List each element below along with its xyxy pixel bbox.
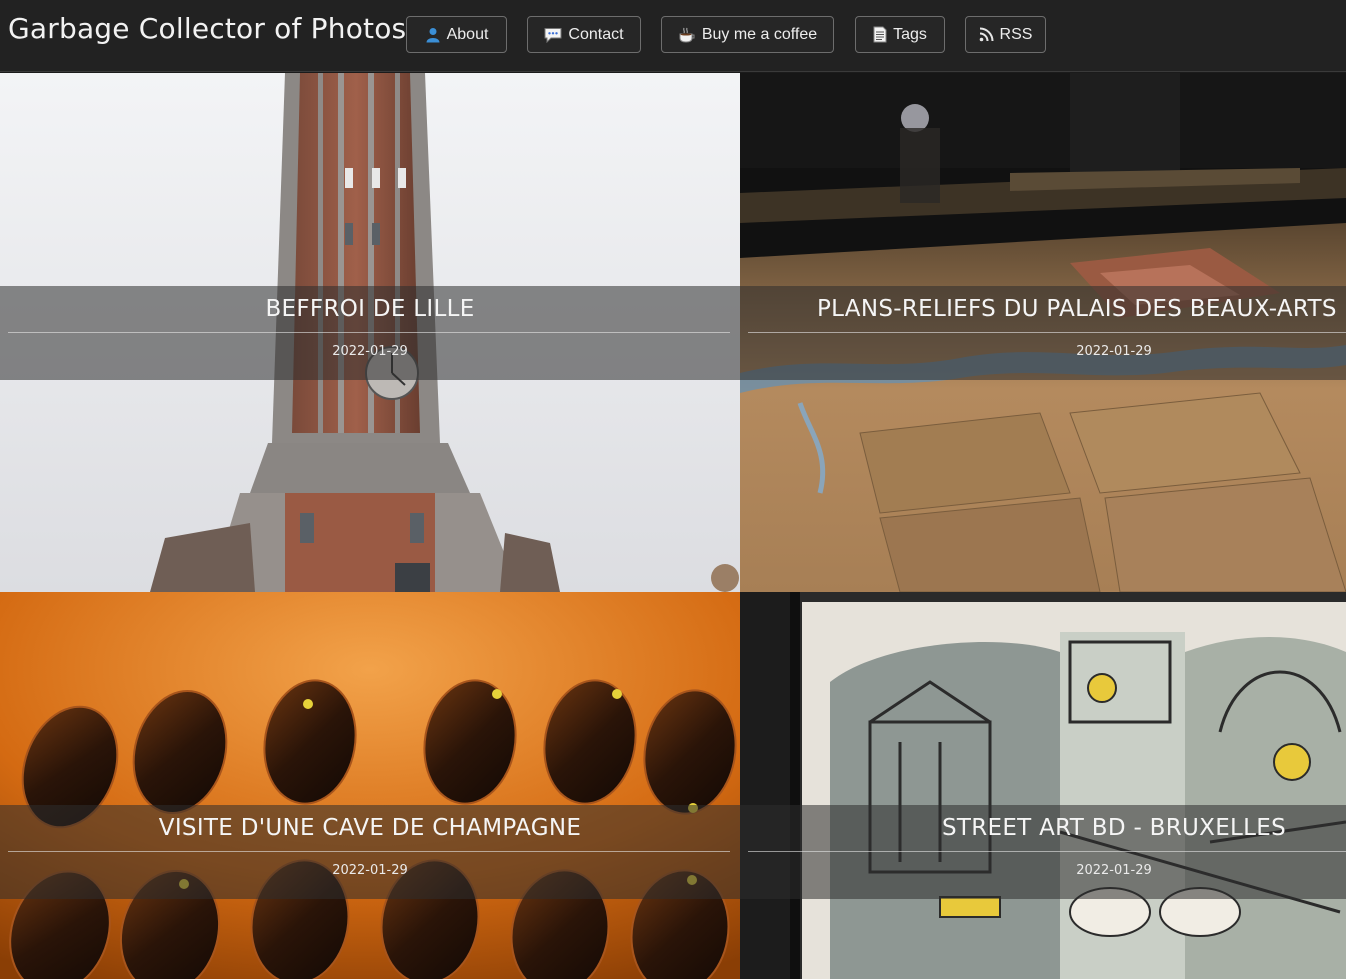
about-label: About xyxy=(446,25,489,43)
site-title[interactable]: Garbage Collector of Photos xyxy=(8,12,406,45)
post-caption: STREET ART BD - BRUXELLES 2022-01-29 xyxy=(740,805,1346,899)
buy-me-a-coffee-label: Buy me a coffee xyxy=(701,25,818,43)
champagne-bottles-photo xyxy=(0,592,740,979)
tags-label: Tags xyxy=(893,25,927,43)
person-icon xyxy=(425,27,441,43)
post-caption: VISITE D'UNE CAVE DE CHAMPAGNE 2022-01-2… xyxy=(0,805,740,899)
rss-icon xyxy=(979,27,994,42)
caption-divider xyxy=(8,332,730,333)
about-button[interactable]: About xyxy=(406,16,507,53)
post-title[interactable]: PLANS-RELIEFS DU PALAIS DES BEAUX-ARTS D… xyxy=(817,296,1346,322)
post-title[interactable]: BEFFROI DE LILLE xyxy=(0,296,740,322)
post-caption: BEFFROI DE LILLE 2022-01-29 xyxy=(0,286,740,380)
coffee-icon xyxy=(678,27,696,43)
caption-divider xyxy=(748,851,1346,852)
post-card-beffroi-de-lille[interactable]: BEFFROI DE LILLE 2022-01-29 xyxy=(0,73,740,592)
caption-divider xyxy=(8,851,730,852)
caption-divider xyxy=(748,332,1346,333)
post-card-street-art-bd-bruxelles[interactable]: STREET ART BD - BRUXELLES 2022-01-29 xyxy=(740,592,1346,979)
rss-button[interactable]: RSS xyxy=(965,16,1046,53)
post-caption: PLANS-RELIEFS DU PALAIS DES BEAUX-ARTS D… xyxy=(740,286,1346,380)
post-card-plans-reliefs[interactable]: PLANS-RELIEFS DU PALAIS DES BEAUX-ARTS D… xyxy=(740,73,1346,592)
tags-button[interactable]: Tags xyxy=(855,16,945,53)
post-title[interactable]: STREET ART BD - BRUXELLES xyxy=(740,815,1346,841)
post-date: 2022-01-29 xyxy=(332,863,408,878)
document-icon xyxy=(873,26,887,43)
buy-me-a-coffee-button[interactable]: Buy me a coffee xyxy=(661,16,834,53)
comic-mural-photo xyxy=(740,592,1346,979)
post-date: 2022-01-29 xyxy=(332,344,408,359)
post-date: 2022-01-29 xyxy=(1076,344,1152,359)
post-card-cave-de-champagne[interactable]: VISITE D'UNE CAVE DE CHAMPAGNE 2022-01-2… xyxy=(0,592,740,979)
contact-button[interactable]: Contact xyxy=(527,16,641,53)
post-date: 2022-01-29 xyxy=(1076,863,1152,878)
post-title[interactable]: VISITE D'UNE CAVE DE CHAMPAGNE xyxy=(0,815,740,841)
speech-bubble-icon xyxy=(544,27,562,43)
top-navbar: Garbage Collector of Photos About Contac… xyxy=(0,0,1346,72)
post-grid: BEFFROI DE LILLE 2022-01-29 PLANS-RELIEF… xyxy=(0,73,1346,979)
contact-label: Contact xyxy=(568,25,624,43)
rss-label: RSS xyxy=(999,25,1033,43)
